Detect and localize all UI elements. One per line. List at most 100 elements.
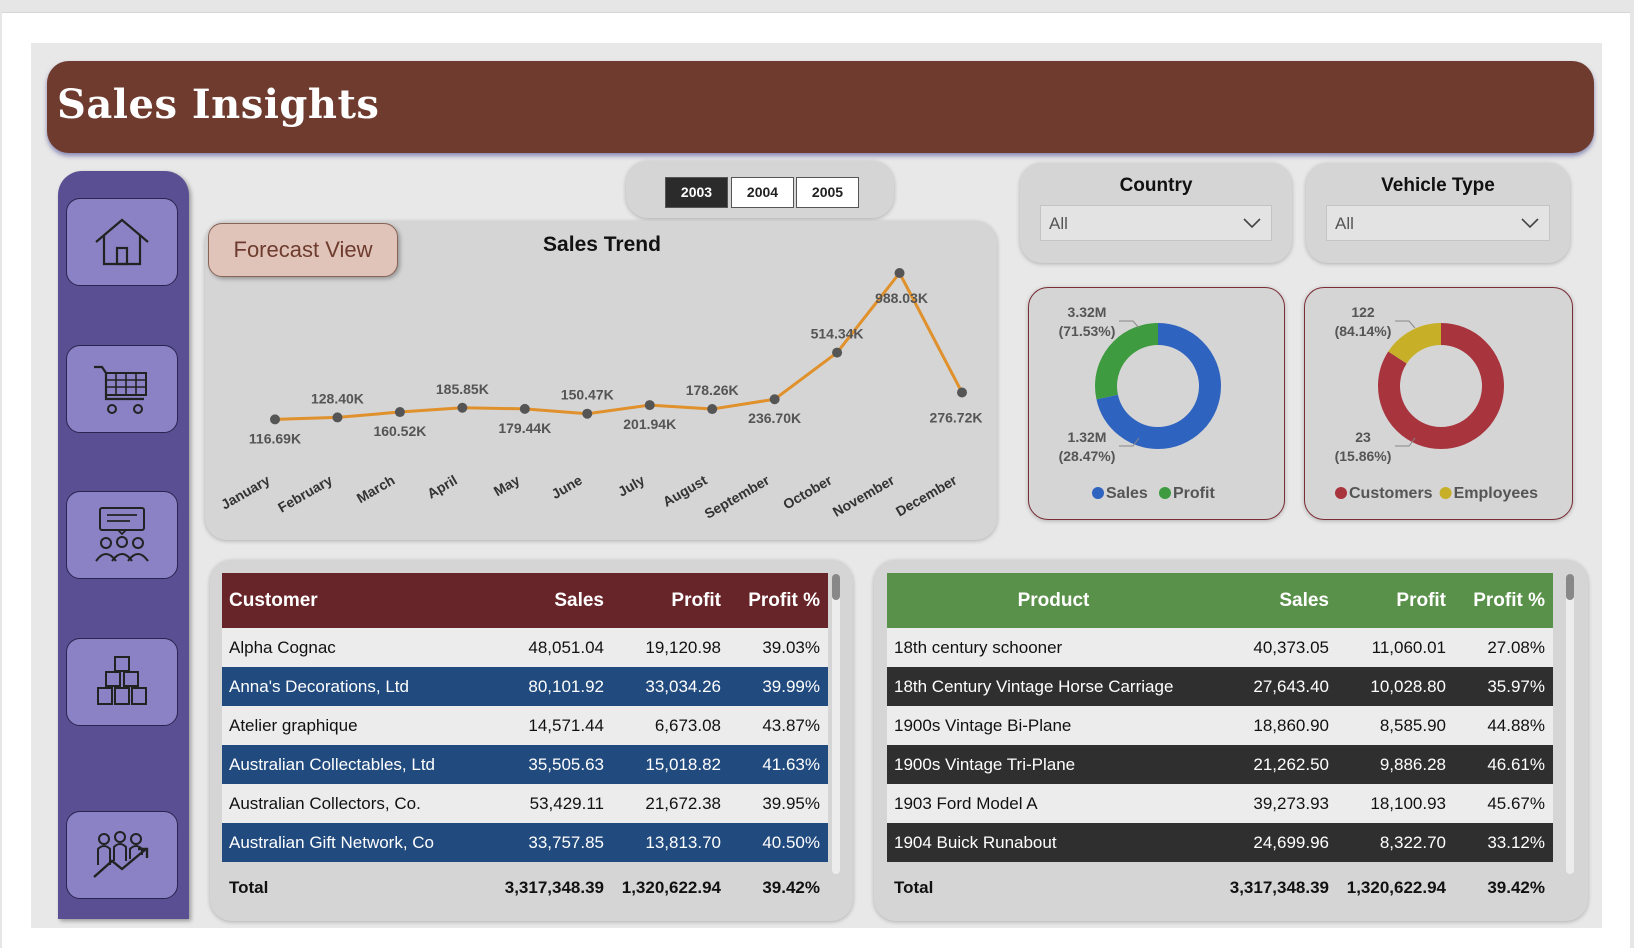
donut-percent-label: (15.86%) <box>1335 448 1392 464</box>
total-cell: 3,317,348.39 <box>504 878 604 897</box>
table-cell: 10,028.80 <box>1370 676 1446 696</box>
x-tick-label: November <box>830 471 898 519</box>
table-row[interactable]: 1903 Ford Model A 39,273.93 18,100.93 45.67… <box>887 784 1553 823</box>
table-cell: 35.97% <box>1487 676 1545 696</box>
trend-point[interactable] <box>832 347 843 358</box>
trend-point[interactable] <box>894 268 905 278</box>
table-row[interactable]: Australian Gift Network, Co 33,757.85 13,8… <box>222 823 828 862</box>
trend-point[interactable] <box>769 394 780 405</box>
table-cell: 18,860.90 <box>1253 715 1329 735</box>
trend-point[interactable] <box>394 407 405 418</box>
year-button-2005[interactable]: 2005 <box>796 177 859 208</box>
forecast-view-button[interactable]: Forecast View <box>208 223 398 277</box>
nav-customers-button[interactable] <box>66 491 178 579</box>
table-row[interactable]: Anna's Decorations, Ltd 80,101.92 33,034.2… <box>222 667 828 706</box>
x-tick-label: February <box>275 472 335 516</box>
table-cell: 19,120.98 <box>645 637 721 657</box>
trend-data-label: 236.70K <box>748 410 801 426</box>
vehicle-type-value: All <box>1335 214 1354 233</box>
year-button-2004[interactable]: 2004 <box>731 177 794 208</box>
donut-percent-label: (84.14%) <box>1335 323 1392 339</box>
product-table-scrollbar[interactable] <box>1566 574 1574 874</box>
column-header[interactable]: Profit <box>1337 573 1454 628</box>
table-row[interactable]: Alpha Cognac 48,051.04 19,120.98 39.03% <box>222 628 828 667</box>
donut-leader-line <box>1395 320 1416 329</box>
legend-marker <box>1335 487 1347 499</box>
trend-point[interactable] <box>644 400 655 411</box>
table-cell: 1904 Buick Runabout <box>894 832 1057 852</box>
trend-line <box>274 271 964 421</box>
vehicle-type-dropdown[interactable]: All <box>1326 205 1550 241</box>
column-header[interactable]: Customer <box>222 573 494 628</box>
shopping-cart-icon <box>94 365 147 414</box>
table-cell: 40,373.05 <box>1253 637 1329 657</box>
table-cell: 39.95% <box>762 793 820 813</box>
table-row[interactable]: 1904 Buick Runabout 24,699.96 8,322.70 33.1… <box>887 823 1553 862</box>
country-dropdown[interactable]: All <box>1040 205 1272 241</box>
trend-point[interactable] <box>332 412 343 423</box>
customers-employees-donut-card: 122 (84.14%) 23 (15.86%) Customers Employees <box>1304 287 1573 520</box>
product-table: Product Sales Profit Profit % 18th century s… <box>887 573 1553 910</box>
table-row[interactable]: 18th century schooner 40,373.05 11,060.01 2… <box>887 628 1553 667</box>
vehicle-type-label: Vehicle Type <box>1381 175 1495 196</box>
column-header[interactable]: Sales <box>494 573 612 628</box>
product-table-scroll-thumb[interactable] <box>1566 574 1574 600</box>
customer-table-scrollbar[interactable] <box>832 574 840 874</box>
column-header[interactable]: Profit % <box>1454 573 1553 628</box>
trend-data-label: 160.52K <box>373 423 426 439</box>
sales-trend-card: Sales Trend 116.69K January 128.40K Februar… <box>205 221 997 540</box>
trend-point[interactable] <box>957 387 967 398</box>
table-cell: 46.61% <box>1487 754 1545 774</box>
trend-point[interactable] <box>707 404 718 415</box>
trend-point[interactable] <box>519 403 530 414</box>
table-cell: 53,429.11 <box>529 793 604 813</box>
legend-marker <box>1092 487 1104 499</box>
table-cell: 1900s Vintage Bi-Plane <box>894 715 1072 735</box>
product-table-card: Product Sales Profit Profit % 18th century s… <box>874 560 1588 921</box>
table-row[interactable]: 1900s Vintage Tri-Plane 21,262.50 9,886.28… <box>887 745 1553 784</box>
legend-label[interactable]: Sales <box>1106 485 1148 502</box>
table-row[interactable]: Australian Collectors, Co. 53,429.11 21,67… <box>222 784 828 823</box>
page-title: Sales Insights <box>57 81 380 128</box>
x-tick-label: January <box>218 472 273 513</box>
customer-table-card: Customer Sales Profit Profit % Alpha Cognac 4… <box>210 560 853 921</box>
trend-point[interactable] <box>457 402 468 413</box>
trend-data-label: 276.72K <box>930 410 983 426</box>
table-row[interactable]: 18th Century Vintage Horse Carriage 27,64… <box>887 667 1553 706</box>
table-row[interactable]: Atelier graphique 14,571.44 6,673.08 43.87% <box>222 706 828 745</box>
table-cell: Alpha Cognac <box>229 637 336 657</box>
donut-ring <box>1095 323 1221 449</box>
header-banner: Sales Insights <box>47 61 1594 153</box>
table-cell: 9,886.28 <box>1379 754 1446 774</box>
table-cell: 39.99% <box>762 676 820 696</box>
boxes-icon <box>97 656 147 705</box>
table-cell: 35,505.63 <box>528 754 604 774</box>
column-header[interactable]: Product <box>887 573 1220 628</box>
year-button-2003[interactable]: 2003 <box>665 177 728 208</box>
legend-label[interactable]: Profit <box>1173 485 1215 502</box>
column-header[interactable]: Sales <box>1220 573 1337 628</box>
donut-ring <box>1378 323 1504 449</box>
column-header[interactable]: Profit % <box>729 573 828 628</box>
legend-label[interactable]: Customers <box>1349 485 1433 502</box>
trend-point[interactable] <box>270 414 280 425</box>
nav-home-button[interactable] <box>66 198 178 286</box>
total-cell: 1,320,622.94 <box>1346 878 1446 897</box>
legend-label[interactable]: Employees <box>1454 485 1539 502</box>
trend-data-label: 179.44K <box>498 420 551 436</box>
table-row[interactable]: 1900s Vintage Bi-Plane 18,860.90 8,585.90 4… <box>887 706 1553 745</box>
total-cell: 3,317,348.39 <box>1229 878 1329 897</box>
nav-orders-button[interactable] <box>66 345 178 433</box>
nav-performance-button[interactable] <box>66 811 178 899</box>
table-cell: Australian Collectors, Co. <box>229 793 421 813</box>
nav-products-button[interactable] <box>66 638 178 726</box>
table-cell: 39.03% <box>762 637 820 657</box>
table-cell: 40.50% <box>762 832 820 852</box>
x-tick-label: May <box>491 472 523 500</box>
table-cell: Australian Collectables, Ltd <box>229 754 436 774</box>
table-cell: 15,018.82 <box>645 754 721 774</box>
table-row[interactable]: Australian Collectables, Ltd 35,505.63 15,… <box>222 745 828 784</box>
customer-table-scroll-thumb[interactable] <box>832 574 840 600</box>
column-header[interactable]: Profit <box>612 573 729 628</box>
trend-point[interactable] <box>582 408 593 419</box>
